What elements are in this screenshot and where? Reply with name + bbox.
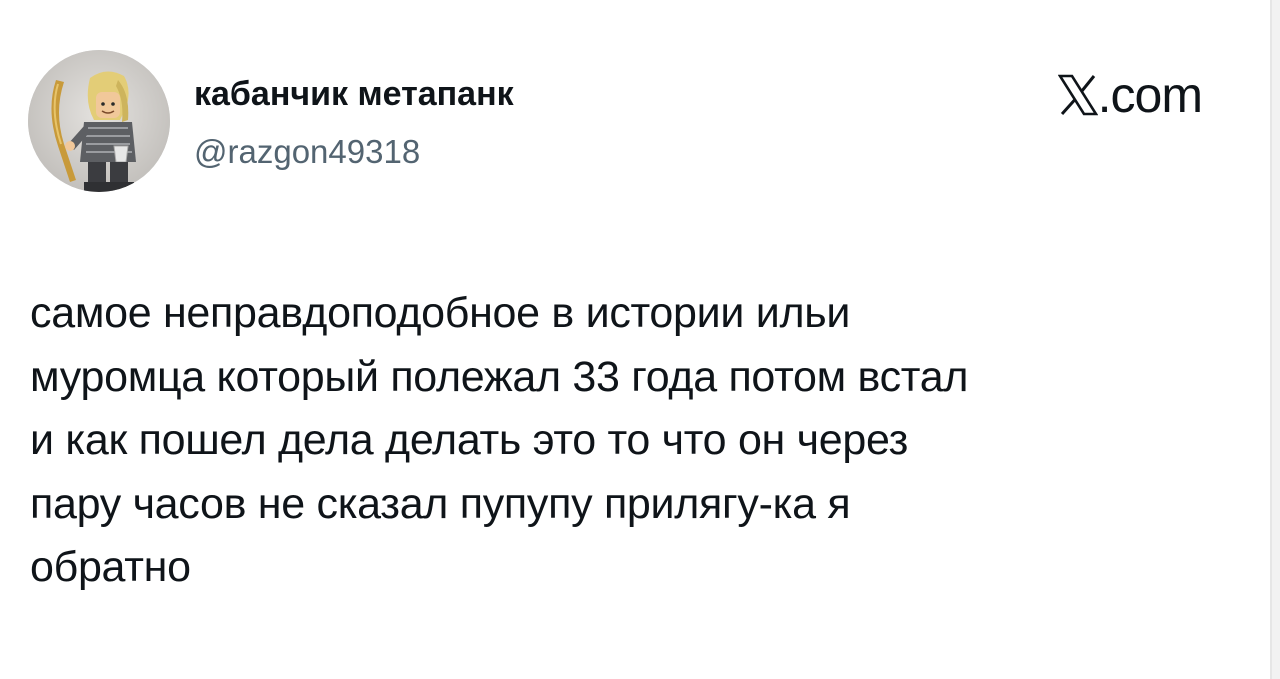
brand-text: .com [1097, 67, 1203, 123]
avatar[interactable] [28, 50, 170, 192]
author-handle[interactable]: @razgon49318 [194, 130, 420, 174]
brand-watermark: .com [1057, 66, 1203, 124]
user-avatar-figurine-icon [28, 50, 170, 192]
x-logo-icon [1057, 74, 1098, 116]
author-display-name[interactable]: кабанчик метапанк [194, 72, 514, 116]
tweet-text: самое неправдоподобное в истории ильи му… [30, 289, 969, 591]
scrollbar-track[interactable] [1270, 0, 1280, 679]
tweet-card: кабанчик метапанк @razgon49318 .com само… [0, 0, 1262, 679]
